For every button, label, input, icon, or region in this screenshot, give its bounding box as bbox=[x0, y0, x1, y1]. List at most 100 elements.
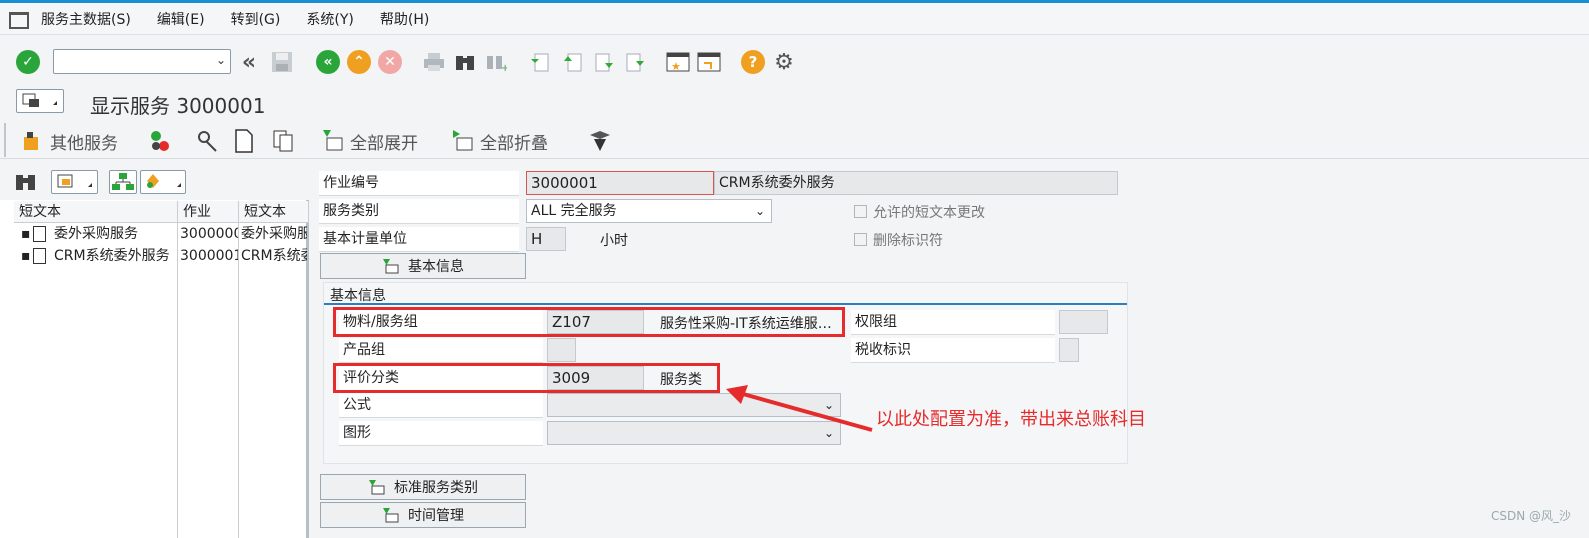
annotation-text: 以此处配置为准，带出来总账科目 bbox=[876, 409, 1146, 430]
svg-text:+: + bbox=[501, 63, 507, 72]
menu-system[interactable]: 系统(Y) bbox=[306, 9, 353, 29]
tree-item-short[interactable]: CRM系统委 bbox=[241, 245, 307, 267]
authorization-group-label: 权限组 bbox=[851, 310, 1055, 335]
tree-item-text[interactable]: 委外采购服务 bbox=[54, 223, 176, 245]
last-page-icon[interactable] bbox=[623, 50, 647, 74]
menu-help[interactable]: 帮助(H) bbox=[380, 9, 429, 29]
save-icon[interactable] bbox=[270, 50, 294, 74]
tree-settings-icon bbox=[147, 174, 181, 188]
base-unit-text: 小时 bbox=[600, 233, 628, 249]
formula-label: 公式 bbox=[339, 393, 543, 418]
base-unit-field[interactable]: H bbox=[526, 227, 566, 251]
gear-icon[interactable]: ⚙ bbox=[772, 50, 796, 75]
menu-service-master[interactable]: 服务主数据(S) bbox=[41, 9, 131, 29]
column-separator bbox=[238, 201, 239, 538]
previous-page-icon[interactable] bbox=[561, 50, 585, 74]
application-toolbar: 其他服务 全部展开 全部折叠 bbox=[0, 121, 1589, 159]
title-row: 显示服务 3000001 bbox=[0, 86, 1589, 118]
tree-settings-button[interactable] bbox=[140, 170, 186, 194]
exit-icon[interactable]: ⌃ bbox=[347, 50, 371, 74]
chevron-down-icon: ⌄ bbox=[215, 53, 226, 67]
material-group-highlight bbox=[333, 307, 845, 337]
menu-bar: 服务主数据(S) 编辑(E) 转到(G) 系统(Y) 帮助(H) bbox=[0, 3, 1589, 35]
find-binoculars-icon[interactable] bbox=[453, 50, 477, 74]
expand-icon bbox=[383, 508, 399, 523]
switch-icon[interactable] bbox=[148, 129, 172, 157]
other-services-icon bbox=[20, 129, 44, 157]
back-icon[interactable]: « bbox=[316, 50, 340, 74]
tree-header-short-text-2[interactable]: 短文本 bbox=[239, 201, 309, 223]
menu-edit[interactable]: 编辑(E) bbox=[157, 9, 205, 29]
product-group-label: 产品组 bbox=[339, 338, 543, 363]
group-title-line bbox=[324, 303, 1127, 305]
standard-service-category-label: 标准服务类别 bbox=[394, 480, 478, 496]
service-type-value: ALL 完全服务 bbox=[531, 203, 617, 219]
time-management-label: 时间管理 bbox=[408, 508, 464, 524]
allow-short-text-checkbox[interactable] bbox=[854, 205, 867, 218]
delete-flag-checkbox[interactable] bbox=[854, 233, 867, 246]
expand-all-icon bbox=[322, 129, 344, 155]
graphic-label: 图形 bbox=[339, 421, 543, 446]
tree-layout-button[interactable] bbox=[51, 170, 98, 194]
tree-item-text[interactable]: CRM系统委外服务 bbox=[54, 245, 176, 267]
other-services-button[interactable]: 其他服务 bbox=[50, 129, 118, 154]
new-session-icon[interactable]: ★ bbox=[666, 50, 690, 74]
basic-info-group-title: 基本信息 bbox=[330, 288, 386, 304]
tree-item-job[interactable]: 3000000 bbox=[180, 223, 238, 245]
copy-icon[interactable] bbox=[272, 129, 296, 157]
job-number-field[interactable]: 3000001 bbox=[526, 171, 714, 195]
job-number-label: 作业编号 bbox=[319, 171, 519, 196]
watermark: CSDN @风_沙 bbox=[1490, 509, 1571, 523]
chevron-down-icon: ⌄ bbox=[754, 204, 765, 218]
shortcut-icon[interactable] bbox=[697, 50, 721, 74]
enter-check-icon[interactable]: ✓ bbox=[16, 50, 40, 74]
service-tree-panel: 短文本 作业 短文本 ▪ 委外采购服务 3000000 委外采购服 ▪ CRM系… bbox=[0, 160, 309, 538]
tree-item-job[interactable]: 3000001 bbox=[180, 245, 238, 267]
product-group-field[interactable] bbox=[547, 338, 576, 362]
expand-all-button[interactable]: 全部展开 bbox=[350, 129, 418, 154]
cancel-icon[interactable]: ✕ bbox=[378, 50, 402, 74]
hierarchy-icon bbox=[112, 173, 134, 190]
tax-indicator-field[interactable] bbox=[1059, 338, 1079, 362]
standard-service-category-button[interactable]: 标准服务类别 bbox=[320, 474, 526, 500]
tree-header-short-text[interactable]: 短文本 bbox=[14, 201, 178, 223]
tree-item-short[interactable]: 委外采购服 bbox=[241, 223, 307, 245]
expand-icon bbox=[369, 480, 385, 495]
print-icon[interactable] bbox=[422, 50, 446, 74]
tree-find-icon[interactable] bbox=[14, 172, 38, 196]
base-unit-label: 基本计量单位 bbox=[319, 227, 519, 252]
tree-toolbar bbox=[0, 160, 309, 200]
service-type-select[interactable]: ALL 完全服务 ⌄ bbox=[526, 199, 772, 223]
service-type-label: 服务类别 bbox=[319, 199, 519, 224]
first-page-icon[interactable] bbox=[528, 50, 552, 74]
document-icon bbox=[33, 248, 46, 264]
menu-goto[interactable]: 转到(G) bbox=[231, 9, 281, 29]
display-change-icon[interactable] bbox=[196, 129, 220, 157]
basic-info-button-label: 基本信息 bbox=[408, 259, 464, 275]
next-page-icon[interactable] bbox=[592, 50, 616, 74]
authorization-group-field[interactable] bbox=[1059, 310, 1108, 334]
document-icon[interactable] bbox=[234, 129, 254, 157]
tree-header-job[interactable]: 作业 bbox=[178, 201, 239, 223]
hierarchy-button[interactable] bbox=[109, 170, 137, 194]
help-icon[interactable]: ? bbox=[741, 50, 765, 74]
tree-layout-icon bbox=[57, 174, 92, 188]
annotation-arrow-icon bbox=[726, 385, 873, 432]
standard-toolbar: ✓ ⌄ « « ⌃ ✕ + ★ ? ⚙ bbox=[0, 36, 1589, 86]
screen-menu-button[interactable] bbox=[16, 89, 64, 113]
job-description-field[interactable]: CRM系统委外服务 bbox=[714, 171, 1118, 195]
collapse-all-button[interactable]: 全部折叠 bbox=[480, 129, 548, 154]
screen-menu-icon bbox=[22, 93, 57, 107]
column-separator bbox=[177, 201, 178, 538]
transfer-icon[interactable] bbox=[588, 129, 612, 157]
collapse-all-icon bbox=[452, 129, 474, 155]
back-double-arrow-icon[interactable]: « bbox=[237, 50, 261, 75]
valuation-class-highlight bbox=[333, 363, 720, 393]
menu-icon[interactable] bbox=[9, 11, 31, 29]
command-field[interactable]: ⌄ bbox=[53, 49, 231, 74]
find-next-icon[interactable]: + bbox=[484, 50, 508, 74]
expand-icon bbox=[383, 259, 399, 274]
time-management-button[interactable]: 时间管理 bbox=[320, 502, 526, 528]
basic-info-button[interactable]: 基本信息 bbox=[320, 253, 526, 279]
tree-bullet: ▪ bbox=[21, 226, 31, 242]
